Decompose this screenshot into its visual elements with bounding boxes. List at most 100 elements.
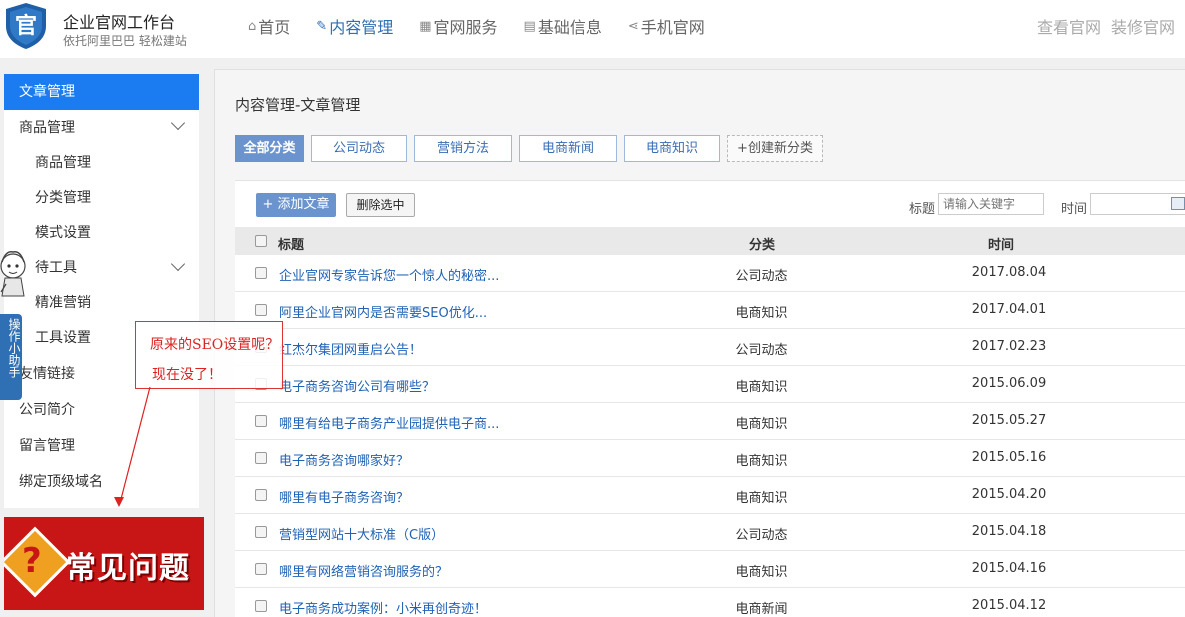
nav-item-label: 官网服务	[433, 18, 498, 37]
nav-item-3[interactable]: ▤ 基础信息	[524, 14, 602, 38]
calendar-icon[interactable]	[1171, 197, 1185, 210]
create-category-button[interactable]: +创建新分类	[727, 135, 823, 162]
sidebar-item-label: 分类管理	[35, 190, 91, 206]
decorate-site-link[interactable]: 装修官网	[1111, 14, 1175, 38]
article-date: 2015.04.18	[971, 524, 1047, 539]
article-title-link[interactable]: 哪里有电子商务咨询？	[279, 487, 409, 506]
table-row: 红杰尔集团网重启公告！ 公司动态 2017.02.23	[235, 329, 1185, 366]
article-category: 电商知识	[735, 454, 788, 469]
chevron-down-icon[interactable]	[170, 256, 186, 272]
document-icon: ▤	[523, 18, 536, 34]
article-title-link[interactable]: 电子商务咨询公司有哪些？	[279, 376, 435, 395]
row-checkbox[interactable]	[255, 563, 267, 575]
category-tab-2[interactable]: 营销方法	[414, 135, 512, 162]
grid-icon: ▦	[419, 18, 432, 34]
sidebar-item-6[interactable]: 精准营销	[4, 286, 199, 321]
row-checkbox[interactable]	[255, 526, 267, 538]
article-title-link[interactable]: 红杰尔集团网重启公告！	[279, 339, 422, 358]
row-checkbox[interactable]	[255, 600, 267, 612]
home-icon: ⌂	[248, 18, 257, 34]
article-list: 企业官网专家告诉您一个惊人的秘密... 公司动态 2017.08.04 阿里企业官网内…	[235, 255, 1185, 617]
view-site-link[interactable]: 查看官网	[1037, 14, 1101, 38]
row-checkbox[interactable]	[255, 415, 267, 427]
article-title-link[interactable]: 企业官网专家告诉您一个惊人的秘密...	[279, 265, 499, 284]
article-title-link[interactable]: 电子商务咨询哪家好？	[279, 450, 409, 469]
top-header: 官 企业官网工作台 依托阿里巴巴 轻松建站 ⌂ 首页 ✎ 内容管理 ▦ 官网服务 ▤ 基础信息…	[0, 0, 1185, 58]
helper-widget[interactable]: 操作小助手	[0, 248, 26, 400]
article-title-link[interactable]: 阿里企业官网内是否需要SEO优化...	[279, 302, 487, 321]
category-tab-0[interactable]: 全部分类	[235, 135, 304, 162]
article-title-link[interactable]: 哪里有给电子商务产业园提供电子商...	[279, 413, 499, 432]
nav-item-label: 首页	[258, 18, 291, 37]
article-date: 2015.04.20	[971, 487, 1047, 502]
category-tab-1[interactable]: 公司动态	[311, 135, 407, 162]
category-tab-3[interactable]: 电商新闻	[519, 135, 617, 162]
article-category: 公司动态	[735, 269, 788, 284]
nav-item-label: 内容管理	[329, 18, 394, 37]
table-row: 阿里企业官网内是否需要SEO优化... 电商知识 2017.04.01	[235, 292, 1185, 329]
category-tab-4[interactable]: 电商知识	[624, 135, 720, 162]
title-search-input[interactable]	[938, 193, 1044, 215]
sidebar-item-label: 留言管理	[19, 438, 75, 454]
main-content: 内容管理-文章管理 全部分类 公司动态 营销方法 电商新闻 电商知识 +创建新分类 + 添…	[214, 69, 1185, 617]
sidebar-item-2[interactable]: 商品管理	[4, 146, 199, 181]
column-time: 时间	[988, 238, 1015, 253]
annotation-arrow-icon	[114, 386, 151, 507]
row-checkbox[interactable]	[255, 304, 267, 316]
select-all-checkbox[interactable]	[255, 235, 267, 247]
edit-icon: ✎	[316, 18, 328, 34]
table-row: 哪里有给电子商务产业园提供电子商... 电商知识 2015.05.27	[235, 403, 1185, 440]
chevron-down-icon[interactable]	[170, 115, 186, 131]
logo-icon[interactable]: 官	[4, 2, 48, 50]
sidebar-item-label: 商品管理	[35, 155, 91, 171]
row-checkbox[interactable]	[255, 267, 267, 279]
filter-time-label: 时间	[1061, 202, 1088, 217]
logo-char: 官	[15, 13, 37, 39]
row-checkbox[interactable]	[255, 489, 267, 501]
add-article-button[interactable]: + 添加文章	[256, 193, 336, 217]
article-category: 公司动态	[735, 528, 788, 543]
table-row: 营销型网站十大标准（C版） 公司动态 2015.04.18	[235, 514, 1185, 551]
sidebar-item-label: 公司简介	[19, 402, 75, 418]
nav-item-1[interactable]: ✎ 内容管理	[316, 14, 393, 38]
nav-item-4[interactable]: ⋖ 手机官网	[628, 14, 705, 38]
nav-item-2[interactable]: ▦ 官网服务	[419, 14, 497, 38]
faq-banner-text: 常见问题	[66, 551, 190, 586]
breadcrumb: 内容管理-文章管理	[235, 96, 361, 114]
annotation-callout: 原来的SEO设置呢？ 现在没了！	[135, 321, 283, 389]
article-category: 电商知识	[735, 306, 788, 321]
nav-item-0[interactable]: ⌂ 首页	[248, 14, 290, 38]
table-row: 电子商务成功案例：小米再创奇迹！ 电商新闻 2015.04.12	[235, 588, 1185, 617]
sidebar-item-label: 模式设置	[35, 225, 91, 241]
delete-selected-button[interactable]: 删除选中	[346, 193, 415, 217]
table-header: 标题 分类 时间	[235, 227, 1185, 255]
article-category: 电商知识	[735, 380, 788, 395]
helper-tab[interactable]: 操作小助手	[0, 314, 22, 400]
sidebar-item-0[interactable]: 文章管理	[4, 74, 199, 110]
main-nav: ⌂ 首页 ✎ 内容管理 ▦ 官网服务 ▤ 基础信息 ⋖ 手机官网	[248, 14, 731, 38]
sidebar-item-4[interactable]: 模式设置	[4, 216, 199, 251]
column-category: 分类	[749, 238, 776, 253]
sidebar-item-label: 商品管理	[19, 120, 75, 136]
table-row: 企业官网专家告诉您一个惊人的秘密... 公司动态 2017.08.04	[235, 255, 1185, 292]
sidebar-item-1[interactable]: 商品管理	[4, 110, 199, 146]
article-title-link[interactable]: 营销型网站十大标准（C版）	[279, 524, 444, 543]
category-tabs: 全部分类 公司动态 营销方法 电商新闻 电商知识 +创建新分类	[235, 135, 830, 162]
article-category: 电商新闻	[735, 602, 788, 617]
header-links: 查看官网 装修官网	[1027, 14, 1175, 38]
row-checkbox[interactable]	[255, 452, 267, 464]
article-date: 2015.04.16	[971, 561, 1047, 576]
article-date: 2015.05.16	[971, 450, 1047, 465]
article-date: 2015.06.09	[971, 376, 1047, 391]
table-row: 哪里有电子商务咨询？ 电商知识 2015.04.20	[235, 477, 1185, 514]
helper-avatar-icon	[0, 250, 26, 297]
article-date: 2017.08.04	[971, 265, 1047, 280]
article-title-link[interactable]: 电子商务成功案例：小米再创奇迹！	[279, 598, 487, 617]
article-title-link[interactable]: 哪里有网络营销咨询服务的？	[279, 561, 448, 580]
article-category: 电商知识	[735, 417, 788, 432]
table-row: 电子商务咨询哪家好？ 电商知识 2015.05.16	[235, 440, 1185, 477]
sidebar-item-3[interactable]: 分类管理	[4, 181, 199, 216]
sidebar-item-label: 绑定顶级域名	[19, 474, 103, 490]
sidebar-item-5[interactable]: 待工具	[4, 251, 199, 286]
faq-banner[interactable]: ? 常见问题	[4, 517, 204, 610]
